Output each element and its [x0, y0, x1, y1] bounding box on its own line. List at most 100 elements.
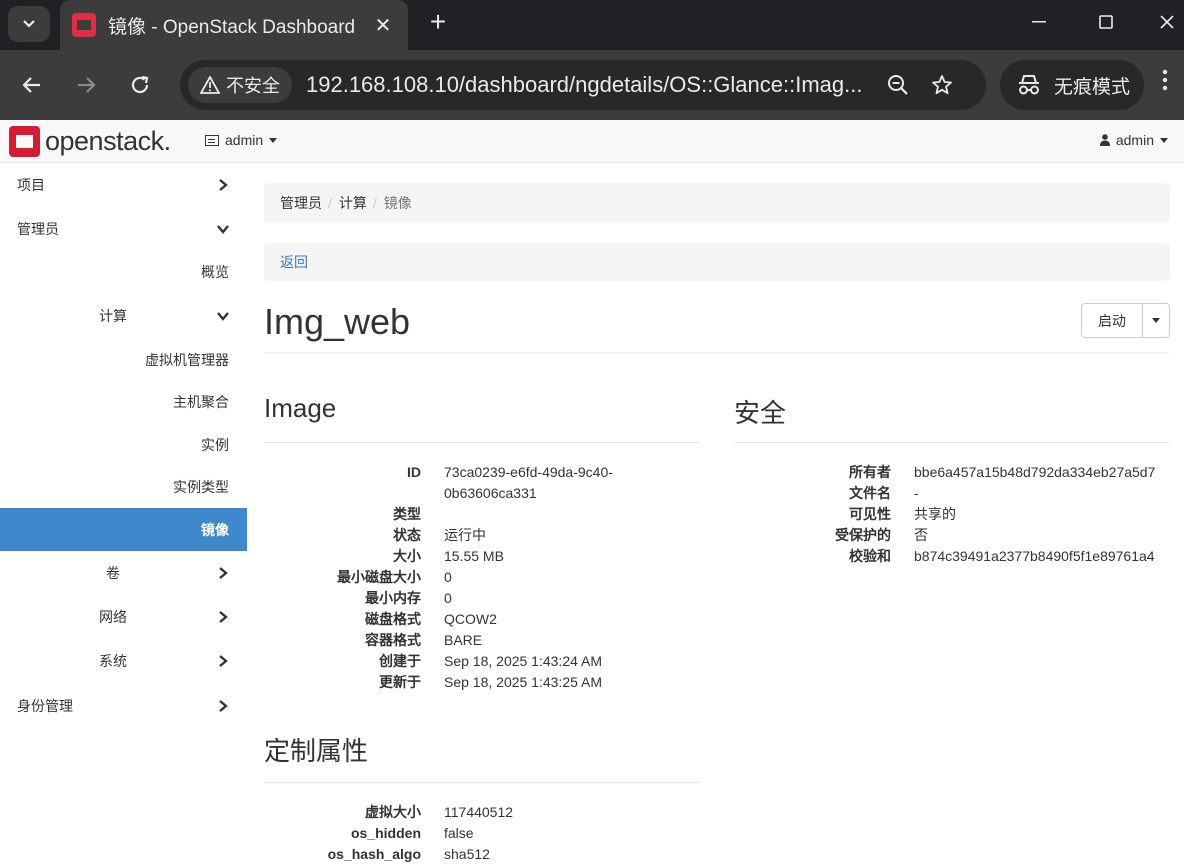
- back-bar: 返回: [264, 243, 1170, 281]
- close-tab-icon[interactable]: ✕: [368, 13, 398, 38]
- sidebar-item-label: 实例: [201, 436, 229, 453]
- sidebar-item-overview[interactable]: 概览: [0, 250, 247, 293]
- sidebar-item-compute[interactable]: 计算: [0, 294, 247, 337]
- detail-row: 创建于 Sep 18, 2025 1:43:24 AM: [264, 651, 613, 672]
- page-title: Img_web: [264, 301, 411, 342]
- browser-menu-button[interactable]: [1162, 68, 1168, 99]
- user-icon: [1099, 134, 1110, 146]
- section-divider: [734, 442, 1170, 443]
- caret-down-icon: [1152, 318, 1160, 323]
- chevron-down-icon: [23, 20, 35, 28]
- detail-key: 受保护的: [835, 527, 891, 543]
- detail-value: -: [914, 485, 919, 501]
- detail-key: 最小磁盘大小: [337, 569, 421, 585]
- detail-value: 0: [444, 590, 452, 606]
- sidebar-item-volumes[interactable]: 卷: [0, 551, 247, 594]
- sidebar-item-system[interactable]: 系统: [0, 639, 247, 682]
- sidebar-item-images[interactable]: 镜像: [0, 508, 247, 551]
- detail-row: 大小 15.55 MB: [264, 546, 613, 567]
- launch-button-group: 启动: [1081, 303, 1170, 338]
- sidebar-item-admin[interactable]: 管理员: [0, 207, 247, 250]
- browser-toolbar: 不安全 192.168.108.10/dashboard/ngdetails/O…: [0, 50, 1184, 120]
- zoom-button[interactable]: [876, 63, 920, 107]
- forward-button[interactable]: [68, 67, 104, 103]
- back-link[interactable]: 返回: [280, 252, 308, 272]
- detail-value: 117440512: [444, 804, 514, 820]
- url-text[interactable]: 192.168.108.10/dashboard/ngdetails/OS::G…: [306, 72, 876, 98]
- detail-row: 虚拟大小 117440512: [264, 802, 513, 823]
- chevron-down-icon: [217, 224, 229, 234]
- incognito-label: 无痕模式: [1054, 76, 1131, 98]
- chevron-right-icon: [219, 699, 228, 712]
- openstack-favicon-icon: [72, 13, 96, 37]
- sidebar-item-host-aggregates[interactable]: 主机聚合: [0, 380, 247, 423]
- detail-key: 更新于: [379, 674, 421, 690]
- sidebar-item-label: 网络: [99, 608, 127, 625]
- title-divider: [264, 352, 1170, 353]
- bookmark-button[interactable]: [920, 63, 964, 107]
- breadcrumb-images: 镜像: [383, 195, 412, 211]
- arrow-right-icon: [78, 77, 96, 93]
- breadcrumb-admin[interactable]: 管理员: [280, 193, 322, 213]
- detail-value: false: [444, 825, 474, 841]
- detail-row: 0b63606ca331: [264, 483, 613, 504]
- detail-row: 最小内存 0: [264, 588, 613, 609]
- detail-key: [264, 483, 444, 504]
- project-dropdown[interactable]: admin: [205, 132, 278, 148]
- chevron-right-icon: [219, 566, 228, 579]
- sidebar-item-network[interactable]: 网络: [0, 595, 247, 638]
- sidebar-item-flavors[interactable]: 实例类型: [0, 465, 247, 508]
- incognito-indicator[interactable]: 无痕模式: [1000, 60, 1144, 110]
- caret-down-icon: [1160, 137, 1168, 143]
- address-bar[interactable]: 不安全 192.168.108.10/dashboard/ngdetails/O…: [180, 60, 986, 110]
- detail-row: 受保护的 否: [734, 525, 1184, 546]
- sidebar-item-label: 主机聚合: [173, 393, 229, 410]
- detail-key: 类型: [393, 506, 421, 522]
- back-button[interactable]: [14, 67, 50, 103]
- zoom-out-icon: [888, 75, 908, 95]
- site-info-chip[interactable]: 不安全: [188, 67, 292, 103]
- sidebar-item-project[interactable]: 项目: [0, 163, 247, 206]
- sidebar-item-instances[interactable]: 实例: [0, 423, 247, 466]
- close-icon: [1160, 15, 1174, 29]
- new-tab-button[interactable]: +: [422, 6, 454, 38]
- launch-actions-dropdown[interactable]: [1143, 303, 1170, 338]
- detail-value: bbe6a457a15b48d792da334eb27a5d7: [914, 464, 1156, 480]
- sidebar-item-label: 实例类型: [173, 478, 229, 495]
- breadcrumb-compute[interactable]: 计算: [339, 193, 367, 213]
- detail-value: QCOW2: [444, 611, 497, 627]
- breadcrumb: 管理员 / 计算 / 镜像: [264, 183, 1170, 223]
- detail-row: 更新于 Sep 18, 2025 1:43:25 AM: [264, 672, 613, 693]
- detail-value: Sep 18, 2025 1:43:24 AM: [444, 653, 603, 669]
- reload-icon: [131, 75, 149, 94]
- insecure-label: 不安全: [226, 76, 280, 96]
- detail-row: os_hidden false: [264, 823, 513, 844]
- browser-tab[interactable]: 镜像 - OpenStack Dashboard ✕: [60, 0, 408, 50]
- minimize-button[interactable]: [1014, 0, 1064, 44]
- detail-key: 状态: [393, 527, 421, 543]
- maximize-icon: [1099, 15, 1113, 29]
- user-dropdown[interactable]: admin: [1099, 132, 1168, 148]
- close-window-button[interactable]: [1150, 0, 1184, 44]
- chevron-right-icon: [219, 178, 228, 191]
- browser-tab-bar: 镜像 - OpenStack Dashboard ✕ +: [0, 0, 1184, 50]
- detail-value: sha512: [444, 846, 490, 862]
- sidebar-item-identity[interactable]: 身份管理: [0, 684, 247, 727]
- maximize-button[interactable]: [1081, 0, 1131, 44]
- launch-button[interactable]: 启动: [1081, 303, 1143, 338]
- detail-value: BARE: [444, 632, 483, 648]
- star-icon: [932, 75, 952, 95]
- reload-button[interactable]: [122, 67, 158, 103]
- sidebar-item-label: 镜像: [201, 521, 229, 538]
- detail-value: 73ca0239-e6fd-49da-9c40-: [444, 464, 613, 480]
- openstack-logo[interactable]: openstack.: [9, 126, 171, 157]
- detail-value: 共享的: [914, 506, 956, 522]
- sidebar: 项目 管理员 概览 计算 虚拟机管理器 主机聚合 实例 实例类型 镜像 卷 网络…: [0, 163, 247, 868]
- sidebar-item-label: 管理员: [17, 220, 59, 237]
- tab-search-button[interactable]: [8, 6, 50, 42]
- incognito-icon: [1019, 75, 1039, 95]
- sidebar-item-hypervisors[interactable]: 虚拟机管理器: [0, 338, 247, 381]
- image-details-list: ID 73ca0239-e6fd-49da-9c40- 0b63606ca331 …: [264, 462, 613, 693]
- detail-value: Sep 18, 2025 1:43:25 AM: [444, 674, 603, 690]
- detail-value: b874c39491a2377b8490f5f1e89761a4: [914, 548, 1155, 564]
